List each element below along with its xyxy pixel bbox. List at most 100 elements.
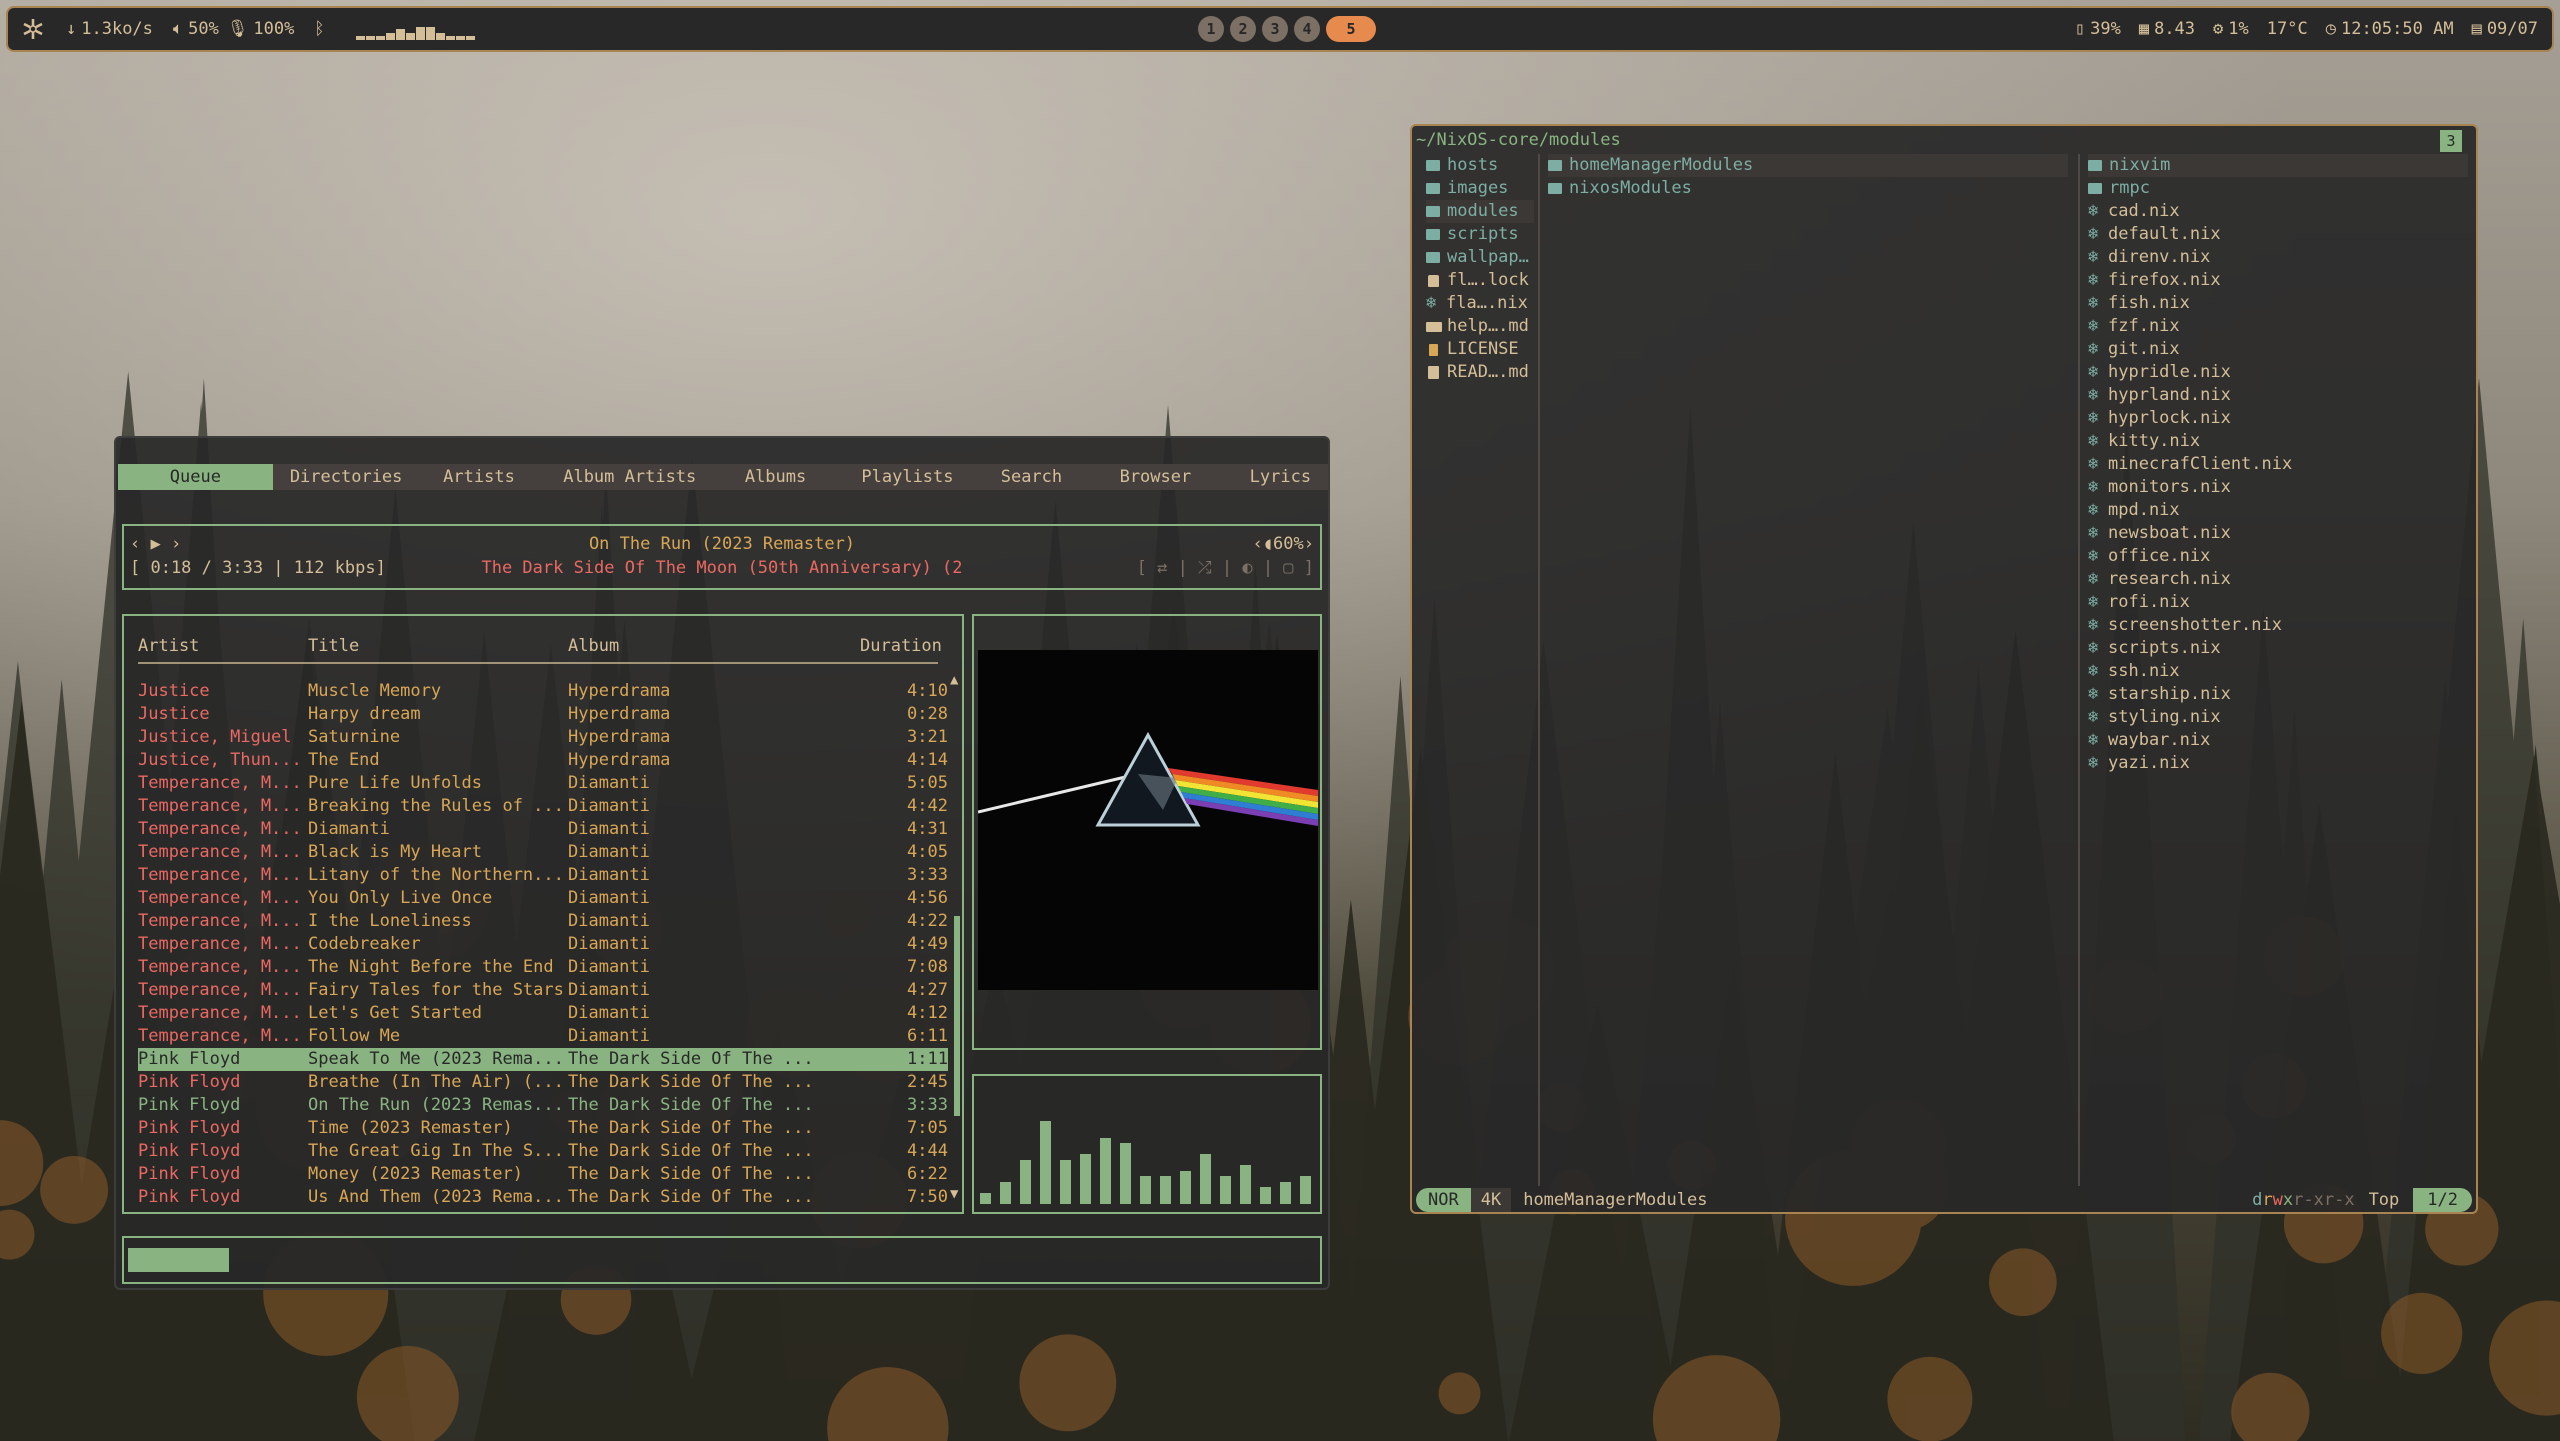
file-entry[interactable]: ❄ fzf.nix	[2088, 315, 2468, 338]
file-entry[interactable]: ❄ hypridle.nix	[2088, 361, 2468, 384]
column-header-album[interactable]: Album	[568, 636, 619, 656]
file-entry[interactable]: ❄ fish.nix	[2088, 292, 2468, 315]
file-entry[interactable]: ❄ mpd.nix	[2088, 499, 2468, 522]
workspace-4-button[interactable]: 4	[1294, 16, 1320, 42]
column-header-artist[interactable]: Artist	[138, 636, 199, 656]
file-entry[interactable]: ❄ styling.nix	[2088, 706, 2468, 729]
folder-entry[interactable]: scripts	[1426, 223, 1534, 246]
queue-row[interactable]: Pink Floyd Speak To Me (2023 Rema... The D…	[138, 1048, 948, 1071]
queue-row[interactable]: Temperance, M... Let's Get Started Diamant…	[138, 1002, 948, 1025]
volume-module[interactable]: 🔈︎ 50% 🎙︎ 100%	[173, 19, 294, 39]
queue-row[interactable]: Temperance, M... Follow Me Diamanti 6:11	[138, 1025, 948, 1048]
file-entry[interactable]: ❄ default.nix	[2088, 223, 2468, 246]
tab-search[interactable]: Search	[985, 464, 1078, 490]
queue-row[interactable]: Justice Harpy dream Hyperdrama 0:28	[138, 703, 948, 726]
folder-entry[interactable]: wallpap…	[1426, 246, 1534, 269]
tab-queue[interactable]: Queue	[118, 464, 273, 490]
file-entry[interactable]: ❄ research.nix	[2088, 568, 2468, 591]
tab-lyrics[interactable]: Lyrics	[1233, 464, 1328, 490]
nixos-logo-icon[interactable]	[20, 16, 46, 42]
queue-row[interactable]: Pink Floyd On The Run (2023 Remas... The D…	[138, 1094, 948, 1117]
queue-row[interactable]: Temperance, M... You Only Live Once Diaman…	[138, 887, 948, 910]
file-entry[interactable]: fl….lock	[1426, 269, 1534, 292]
ncmpcpp-window[interactable]: Queue Directories Artists Album Artists Albu…	[114, 436, 1330, 1290]
scroll-up-arrow-icon[interactable]: ▲	[950, 672, 958, 688]
file-entry[interactable]: ❄ git.nix	[2088, 338, 2468, 361]
workspace-1-button[interactable]: 1	[1198, 16, 1224, 42]
file-entry[interactable]: ❄ yazi.nix	[2088, 752, 2468, 775]
file-entry[interactable]: ❄ firefox.nix	[2088, 269, 2468, 292]
folder-entry[interactable]: rmpc	[2088, 177, 2468, 200]
queue-row[interactable]: Justice, Miguel Saturnine Hyperdrama 3:21	[138, 726, 948, 749]
queue-row[interactable]: Temperance, M... Breaking the Rules of ..…	[138, 795, 948, 818]
folder-entry[interactable]: homeManagerModules	[1548, 154, 2068, 177]
file-entry[interactable]: help….md	[1426, 315, 1534, 338]
folder-entry[interactable]: hosts	[1426, 154, 1534, 177]
file-entry[interactable]: ❄ screenshotter.nix	[2088, 614, 2468, 637]
file-entry[interactable]: LICENSE	[1426, 338, 1534, 361]
queue-row[interactable]: Temperance, M... Fairy Tales for the Star…	[138, 979, 948, 1002]
battery-module[interactable]: ▯ 39%	[2075, 19, 2121, 39]
tab-indicator[interactable]: 3	[2440, 130, 2462, 152]
workspace-3-button[interactable]: 3	[1262, 16, 1288, 42]
memory-module[interactable]: ▦ 8.43	[2139, 19, 2195, 39]
temperature-module[interactable]: 17°C	[2267, 19, 2308, 39]
queue-row[interactable]: Pink Floyd The Great Gig In The S... The D…	[138, 1140, 948, 1163]
file-entry[interactable]: ❄ direnv.nix	[2088, 246, 2468, 269]
queue-row[interactable]: Temperance, M... I the Loneliness Diamanti…	[138, 910, 948, 933]
tab-album-artists[interactable]: Album Artists	[539, 464, 721, 490]
column-header-duration[interactable]: Duration	[860, 636, 942, 656]
file-entry[interactable]: ❄ cad.nix	[2088, 200, 2468, 223]
cpu-module[interactable]: ⚙ 1%	[2213, 19, 2249, 39]
file-entry[interactable]: ❄ newsboat.nix	[2088, 522, 2468, 545]
bluetooth-module[interactable]: ᛒ	[314, 19, 329, 39]
column-header-title[interactable]: Title	[308, 636, 359, 656]
queue-row[interactable]: Pink Floyd Us And Them (2023 Rema... The D…	[138, 1186, 948, 1209]
yazi-file-manager[interactable]: ~/NixOS-core/modules 3 hosts images module…	[1410, 124, 2478, 1214]
file-entry[interactable]: READ….md	[1426, 361, 1534, 384]
queue-row[interactable]: Temperance, M... Black is My Heart Diamant…	[138, 841, 948, 864]
clock-module[interactable]: ◷ 12:05:50 AM	[2326, 19, 2454, 39]
queue-row[interactable]: Pink Floyd Breathe (In The Air) (... The D…	[138, 1071, 948, 1094]
date-module[interactable]: ▤ 09/07	[2472, 19, 2538, 39]
queue-row[interactable]: Temperance, M... Codebreaker Diamanti 4:49	[138, 933, 948, 956]
folder-entry[interactable]: images	[1426, 177, 1534, 200]
queue-row[interactable]: Temperance, M... Pure Life Unfolds Diamant…	[138, 772, 948, 795]
file-entry[interactable]: ❄ starship.nix	[2088, 683, 2468, 706]
queue-scrollbar[interactable]	[954, 916, 960, 1116]
playback-flags[interactable]: [ ⇄ | ⤮ | ◐ | ▢ ]	[1137, 558, 1314, 578]
queue-row[interactable]: Temperance, M... Diamanti Diamanti 4:31	[138, 818, 948, 841]
workspace-2-button[interactable]: 2	[1230, 16, 1256, 42]
file-entry[interactable]: ❄ waybar.nix	[2088, 729, 2468, 752]
file-entry[interactable]: ❄ minecrafClient.nix	[2088, 453, 2468, 476]
file-entry[interactable]: ❄ monitors.nix	[2088, 476, 2468, 499]
queue-row[interactable]: Pink Floyd Money (2023 Remaster) The Dark …	[138, 1163, 948, 1186]
network-module[interactable]: ↓ 1.3ko/s	[66, 19, 153, 39]
workspace-5-button[interactable]: 5	[1326, 16, 1376, 42]
folder-entry[interactable]: nixvim	[2088, 154, 2468, 177]
file-entry[interactable]: ❄ hyprlock.nix	[2088, 407, 2468, 430]
tab-browser[interactable]: Browser	[1078, 464, 1233, 490]
top-bar: ↓ 1.3ko/s 🔈︎ 50% 🎙︎ 100% ᛒ 12345 ▯ 39% ▦…	[6, 6, 2554, 52]
file-entry[interactable]: ❄ scripts.nix	[2088, 637, 2468, 660]
tab-albums[interactable]: Albums	[721, 464, 830, 490]
queue-row[interactable]: Justice, Thun... The End Hyperdrama 4:14	[138, 749, 948, 772]
file-entry[interactable]: ❄ hyprland.nix	[2088, 384, 2468, 407]
file-entry[interactable]: ❄ office.nix	[2088, 545, 2468, 568]
file-entry[interactable]: ❄ fla….nix	[1426, 292, 1534, 315]
scroll-down-arrow-icon[interactable]: ▼	[950, 1186, 958, 1202]
queue-row[interactable]: Pink Floyd Time (2023 Remaster) The Dark S…	[138, 1117, 948, 1140]
song-progress-bar[interactable]	[128, 1248, 229, 1272]
volume-indicator[interactable]: ‹◖60%›	[1253, 534, 1314, 554]
file-entry[interactable]: ❄ ssh.nix	[2088, 660, 2468, 683]
tab-playlists[interactable]: Playlists	[830, 464, 985, 490]
queue-row[interactable]: Temperance, M... Litany of the Northern..…	[138, 864, 948, 887]
queue-row[interactable]: Justice Muscle Memory Hyperdrama 4:10	[138, 680, 948, 703]
file-entry[interactable]: ❄ rofi.nix	[2088, 591, 2468, 614]
tab-artists[interactable]: Artists	[420, 464, 539, 490]
folder-entry[interactable]: modules	[1426, 200, 1534, 223]
folder-entry[interactable]: nixosModules	[1548, 177, 2068, 200]
queue-row[interactable]: Temperance, M... The Night Before the End…	[138, 956, 948, 979]
tab-directories[interactable]: Directories	[273, 464, 420, 490]
file-entry[interactable]: ❄ kitty.nix	[2088, 430, 2468, 453]
